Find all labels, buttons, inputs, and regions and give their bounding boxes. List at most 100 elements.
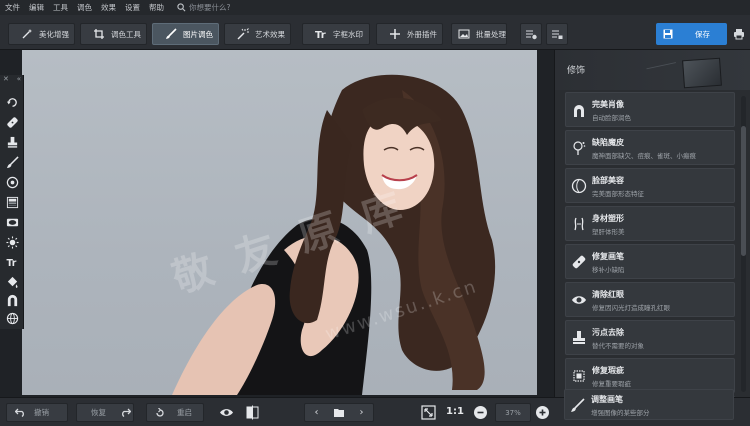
tab-plugins[interactable]: 外册插件	[376, 23, 443, 45]
fit-screen-icon[interactable]	[421, 405, 436, 420]
menu-file[interactable]: 文件	[5, 2, 20, 13]
list-add-button[interactable]	[520, 23, 542, 45]
text-icon: Tr	[315, 30, 326, 40]
adjust-brush-icon	[571, 398, 585, 412]
tool-strip-header: ✕ «	[0, 75, 24, 84]
menu-color[interactable]: 调色	[77, 2, 92, 13]
tab-frame-watermark-label: 字框水印	[333, 29, 363, 39]
prev-image-icon[interactable]: ‹	[305, 407, 328, 418]
tab-color-tools-label: 调色工具	[111, 29, 141, 39]
brightness-icon	[5, 235, 19, 249]
collapse-icon[interactable]: «	[17, 75, 21, 84]
menu-settings[interactable]: 设置	[125, 2, 140, 13]
face-outline-icon	[571, 178, 587, 194]
tool-patch[interactable]	[5, 115, 19, 129]
header-decoration	[646, 62, 680, 86]
zoom-value[interactable]: 37%	[495, 403, 531, 422]
feature-flaw-repair[interactable]: 修复瑕疵 修复重要瑕疵	[565, 358, 735, 393]
feature-title: 完美肖像	[592, 100, 624, 109]
tab-art-effects[interactable]: 艺术效果	[224, 23, 291, 45]
feature-title: 清除红眼	[592, 290, 624, 299]
panel-scrollbar[interactable]	[741, 96, 746, 392]
reset-button[interactable]: 重启	[146, 403, 204, 422]
feature-spot-removal[interactable]: 污点去除 替代不需要的对象	[565, 320, 735, 355]
tool-text[interactable]: Tr	[5, 255, 19, 269]
list-add-icon	[526, 30, 537, 40]
menu-bar: 文件 编辑 工具 调色 效果 设置 帮助 你想要什么?	[0, 0, 750, 15]
feature-body-shape[interactable]: 身材塑形 塑肝体形美	[565, 206, 735, 241]
compare-icon[interactable]	[245, 405, 260, 420]
panel-title: 修饰	[567, 66, 586, 76]
next-image-icon[interactable]: ›	[350, 407, 373, 418]
spot-brush-icon	[573, 141, 586, 155]
folder-icon[interactable]	[328, 408, 350, 418]
feature-title: 调整画笔	[591, 395, 623, 404]
tab-plugins-label: 外册插件	[407, 29, 437, 39]
tab-batch-label: 批量处理	[476, 29, 506, 39]
tab-art-effects-label: 艺术效果	[255, 29, 285, 39]
feature-subtitle: 自动脸部润色	[592, 114, 631, 122]
tool-bucket[interactable]	[5, 275, 19, 289]
zoom-in-icon[interactable]	[535, 405, 550, 420]
feature-healing-brush[interactable]: 修复画笔 移补小缺陷	[565, 244, 735, 279]
sparkle-wand-icon	[22, 29, 32, 39]
tab-enhance[interactable]: 美化增强	[8, 23, 75, 45]
header-thumbnail	[682, 57, 722, 89]
feature-red-eye[interactable]: 清除红眼 修复因闪光灯造成瞳孔红眼	[565, 282, 735, 317]
feature-face-beauty[interactable]: 脸部美容 完美面部形态特征	[565, 168, 735, 203]
tab-frame-watermark[interactable]: Tr 字框水印	[302, 23, 370, 45]
close-icon[interactable]: ✕	[3, 75, 9, 84]
brush-icon	[166, 28, 177, 39]
tool-brush[interactable]	[5, 155, 19, 169]
feature-perfect-portrait[interactable]: 完美肖像 自动脸部润色	[565, 92, 735, 127]
tool-magnet-lasso[interactable]	[5, 293, 19, 307]
save-button[interactable]: 保存	[656, 23, 727, 45]
menu-tools[interactable]: 工具	[53, 2, 68, 13]
feature-subtitle: 修复重要瑕疵	[592, 380, 631, 388]
tab-image-color[interactable]: 图片调色	[152, 23, 219, 45]
bucket-icon	[7, 276, 18, 288]
printer-icon[interactable]	[733, 28, 745, 40]
crop-icon	[94, 29, 104, 39]
redo-button[interactable]: 恢复	[76, 403, 134, 422]
menu-help[interactable]: 帮助	[149, 2, 164, 13]
zoom-out-icon[interactable]	[473, 405, 488, 420]
preview-eye-icon[interactable]	[219, 405, 234, 420]
tool-brightness[interactable]	[5, 235, 19, 249]
list-print-button[interactable]	[546, 23, 568, 45]
tool-target[interactable]	[5, 175, 19, 189]
eye-icon	[572, 296, 586, 304]
target-icon	[6, 176, 18, 188]
tool-strip: ✕ « Tr	[0, 75, 24, 329]
tool-gradient[interactable]	[5, 195, 19, 209]
feature-subtitle: 移补小缺陷	[592, 266, 625, 274]
feature-title: 身材塑形	[592, 214, 624, 223]
menu-search[interactable]: 你想要什么?	[177, 2, 230, 13]
feature-subtitle: 塑肝体形美	[592, 228, 625, 236]
feature-subtitle: 替代不需要的对象	[592, 342, 644, 350]
feature-title: 污点去除	[592, 328, 624, 337]
rotate-icon	[6, 97, 17, 107]
floppy-icon	[663, 29, 673, 39]
tool-sphere[interactable]	[5, 311, 19, 325]
feature-title: 缺陷魔皮	[592, 138, 624, 147]
actual-size-button[interactable]: 1:1	[446, 406, 464, 417]
healing-patch-icon	[6, 116, 18, 128]
search-placeholder[interactable]: 你想要什么?	[189, 2, 230, 13]
gradient-icon	[6, 196, 18, 208]
tool-vignette[interactable]	[5, 215, 19, 229]
feature-blemish[interactable]: 缺陷魔皮 魔神面部缺欠、痘痕、雀斑、小瘢痕	[565, 130, 735, 165]
clone-stamp-icon	[573, 331, 585, 344]
tool-stamp[interactable]	[5, 135, 19, 149]
menu-effects[interactable]: 效果	[101, 2, 116, 13]
tab-batch[interactable]: 批量处理	[451, 23, 507, 45]
scrollbar-thumb[interactable]	[741, 126, 746, 256]
photo-canvas[interactable]: 敬 友 原 库 www.wsu..k.cn	[22, 50, 537, 395]
feature-adjust-brush[interactable]: 调整画笔 增强图像的某些部分	[564, 389, 734, 420]
menu-edit[interactable]: 编辑	[29, 2, 44, 13]
tool-rotate[interactable]	[5, 95, 19, 109]
panel-header: 修饰	[555, 50, 750, 90]
tab-color-tools[interactable]: 调色工具	[80, 23, 147, 45]
body-shape-icon	[574, 217, 584, 231]
undo-button[interactable]: 撤销	[6, 403, 68, 422]
